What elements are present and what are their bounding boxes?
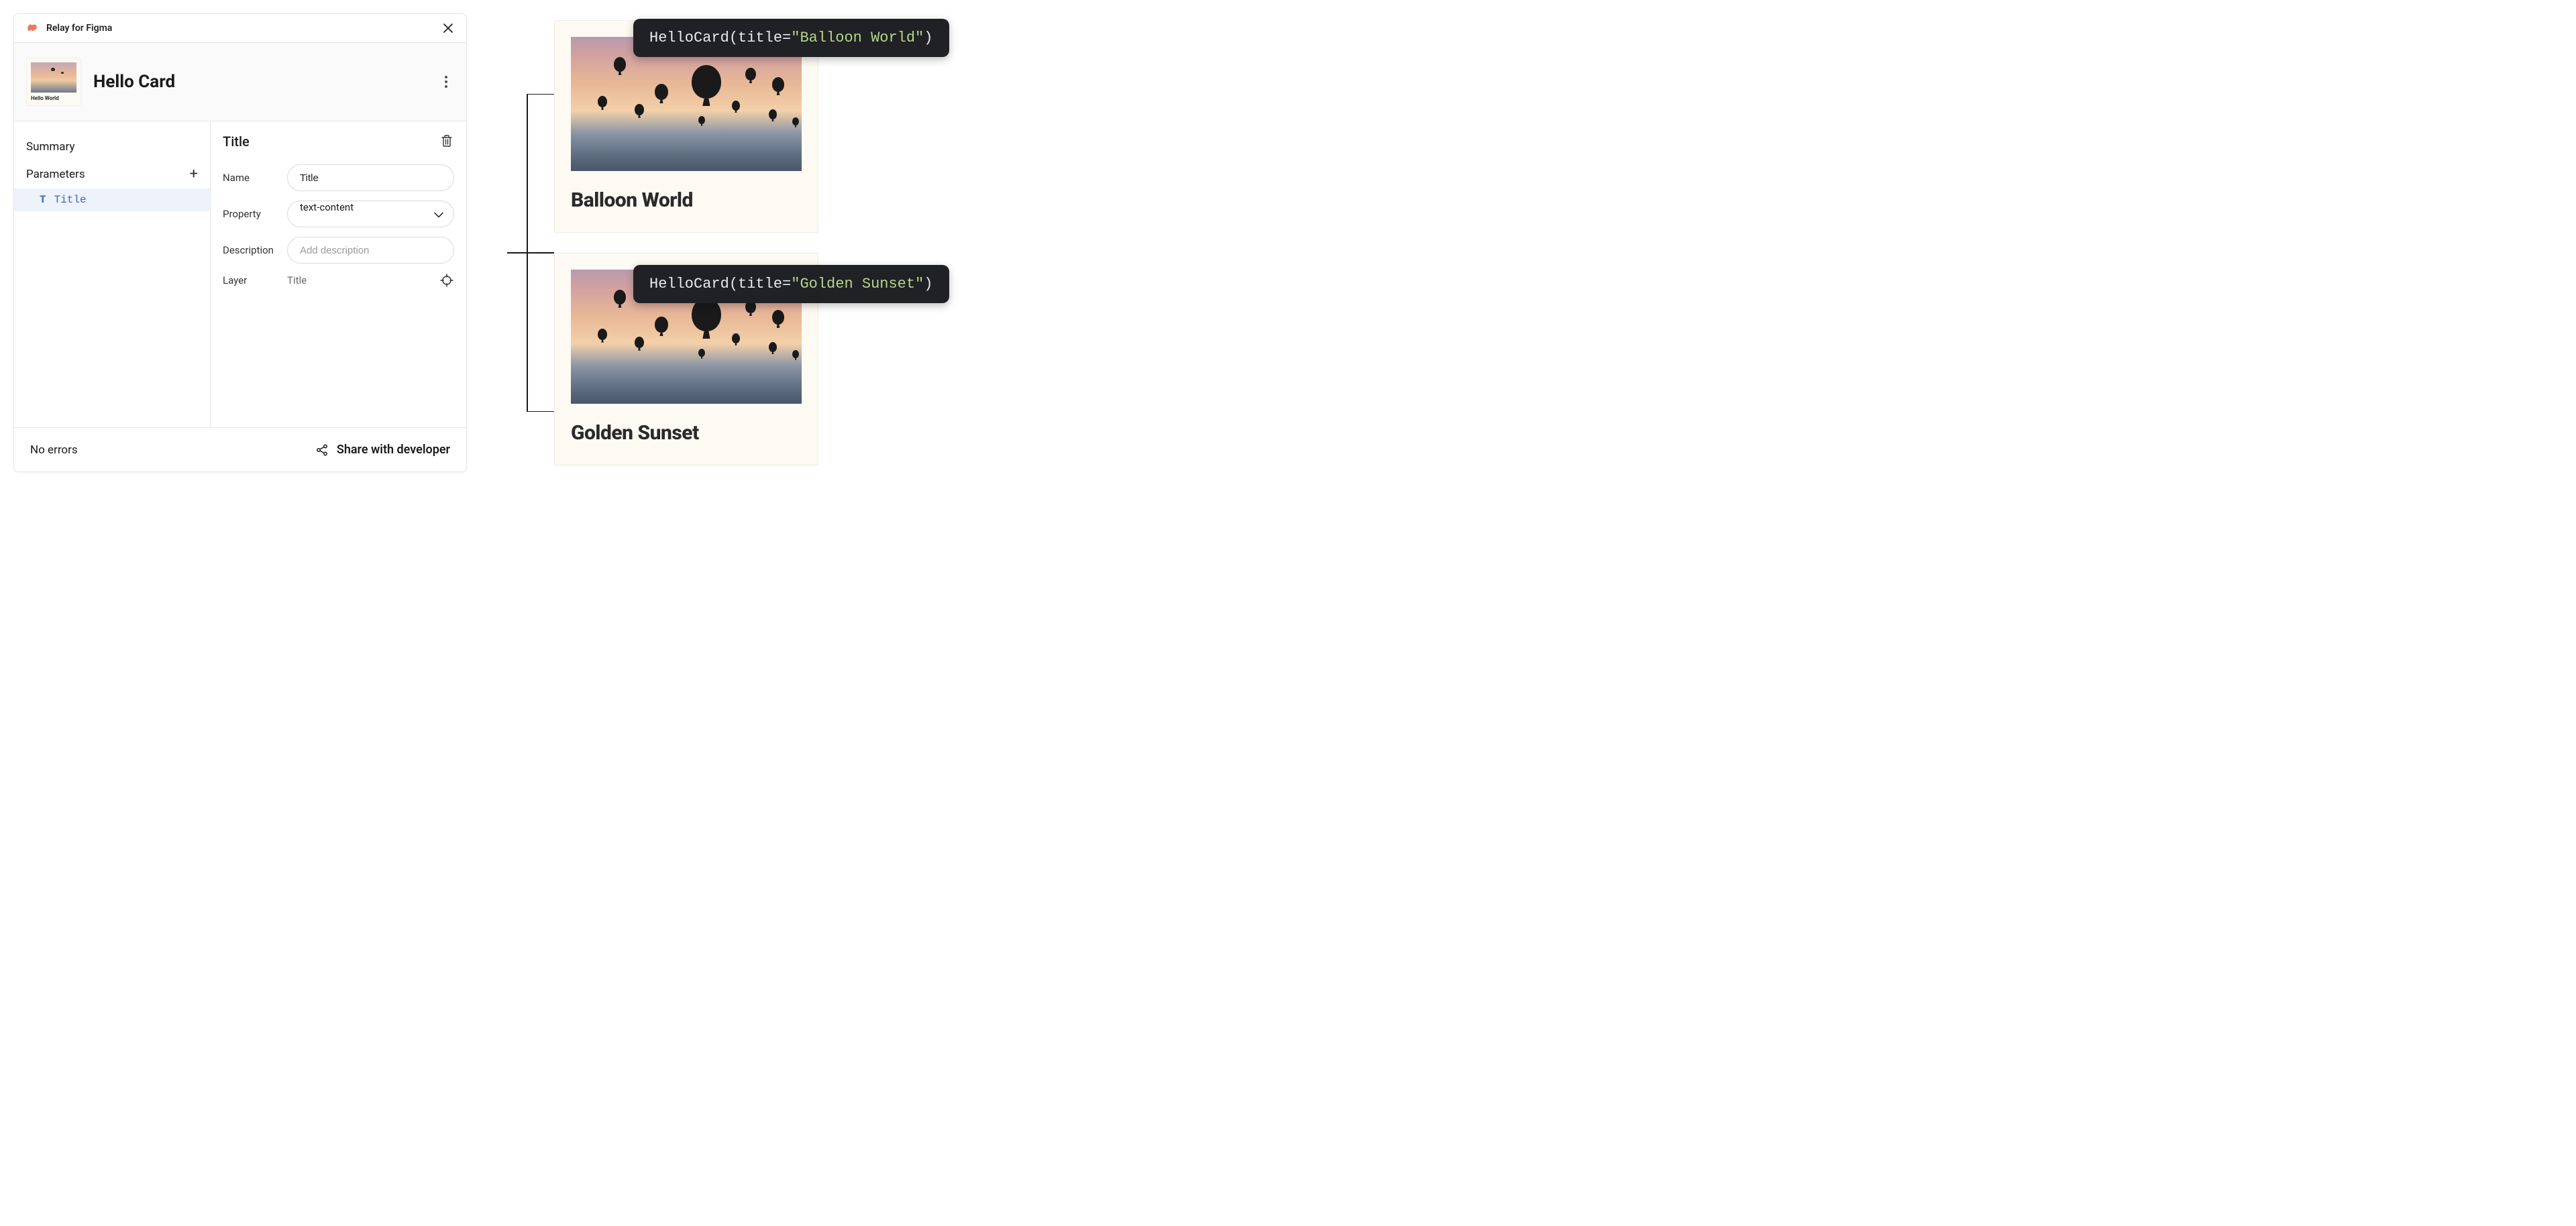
code-param: title	[738, 30, 782, 46]
target-layer-button[interactable]	[439, 273, 454, 288]
delete-button[interactable]	[441, 134, 454, 149]
close-button[interactable]	[442, 22, 454, 34]
status-text: No errors	[30, 443, 78, 457]
detail-heading: Title	[223, 133, 250, 150]
detail-pane: Title Name Property text-content	[211, 121, 466, 427]
panel-body: Summary Parameters + T Title Title Name	[14, 121, 466, 427]
component-header: Hello World Hello Card	[14, 43, 466, 121]
description-field-label: Description	[223, 244, 278, 256]
card-image	[571, 37, 802, 171]
layer-field-label: Layer	[223, 274, 278, 286]
panel-titlebar: Relay for Figma	[14, 14, 466, 43]
card-title: Golden Sunset	[571, 421, 802, 445]
parameter-item-title[interactable]: T Title	[14, 188, 210, 211]
text-type-icon: T	[40, 194, 46, 206]
code-value: "Balloon World"	[791, 30, 924, 46]
code-fn: HelloCard	[649, 276, 729, 292]
bracket-connector	[507, 94, 554, 412]
layer-value: Title	[287, 274, 307, 286]
detail-header: Title	[223, 133, 454, 150]
parameter-label: Title	[54, 194, 87, 206]
sidebar-item-parameters: Parameters +	[14, 160, 210, 188]
titlebar-left: Relay for Figma	[26, 23, 112, 34]
component-thumbnail: Hello World	[26, 58, 81, 106]
code-param: title	[738, 276, 782, 292]
preview-section: HelloCard(title="Balloon World") HelloCa…	[507, 13, 818, 465]
thumbnail-label: Hello World	[31, 95, 76, 101]
field-row-layer: Layer Title	[223, 273, 454, 288]
code-value: "Golden Sunset"	[791, 276, 924, 292]
share-label: Share with developer	[337, 443, 450, 457]
property-select[interactable]: text-content	[287, 201, 454, 227]
field-row-description: Description	[223, 237, 454, 264]
field-row-name: Name	[223, 164, 454, 191]
thumbnail-image	[31, 62, 76, 93]
plugin-title: Relay for Figma	[46, 23, 112, 34]
parameters-label: Parameters	[26, 168, 85, 181]
code-fn: HelloCard	[649, 30, 729, 46]
code-chip-1: HelloCard(title="Balloon World")	[633, 19, 949, 57]
share-icon	[315, 443, 329, 457]
code-chip-2: HelloCard(title="Golden Sunset")	[633, 265, 949, 303]
panel-footer: No errors Share with developer	[14, 427, 466, 471]
sidebar-item-summary[interactable]: Summary	[14, 133, 210, 160]
relay-logo-icon	[26, 23, 40, 33]
sidebar: Summary Parameters + T Title	[14, 121, 211, 427]
property-field-label: Property	[223, 208, 278, 220]
relay-plugin-panel: Relay for Figma Hello World Hello Card S…	[13, 13, 467, 472]
add-parameter-button[interactable]: +	[190, 167, 198, 182]
component-name: Hello Card	[93, 72, 175, 92]
card-title: Balloon World	[571, 188, 802, 212]
name-field-label: Name	[223, 172, 278, 184]
field-row-property: Property text-content	[223, 201, 454, 227]
description-input[interactable]	[287, 237, 454, 264]
preview-cards-column: HelloCard(title="Balloon World") HelloCa…	[554, 20, 818, 465]
property-value: text-content	[300, 201, 354, 213]
name-input[interactable]	[287, 164, 454, 191]
more-menu-button[interactable]	[438, 74, 454, 90]
summary-label: Summary	[26, 140, 74, 154]
share-button[interactable]: Share with developer	[315, 443, 450, 457]
